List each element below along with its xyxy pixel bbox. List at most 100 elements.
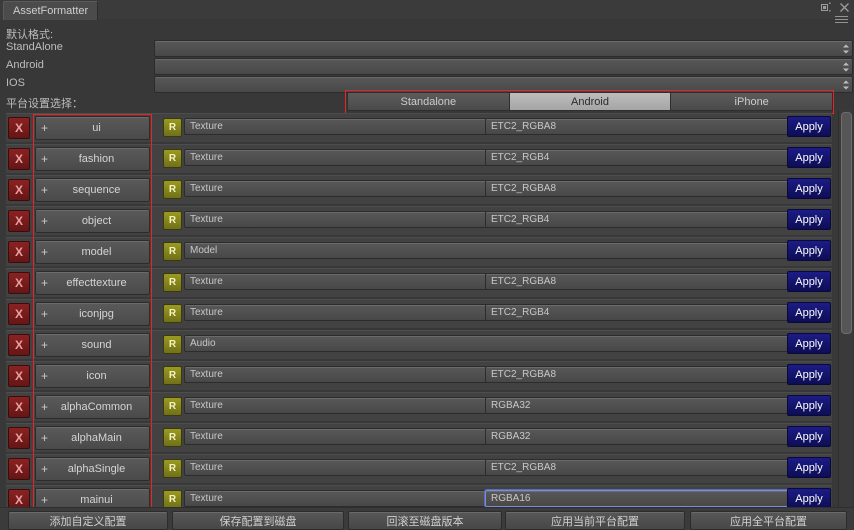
default-android-dropdown[interactable]: [154, 58, 853, 75]
asset-type-dropdown[interactable]: Audio: [184, 335, 799, 352]
delete-row-button[interactable]: X: [8, 396, 30, 418]
delete-row-button[interactable]: X: [8, 303, 30, 325]
add-icon[interactable]: +: [41, 401, 48, 413]
revert-row-button[interactable]: R: [163, 459, 182, 478]
toolbar-button-3[interactable]: 回滚至磁盘版本: [348, 511, 502, 530]
add-icon[interactable]: +: [41, 339, 48, 351]
vertical-scrollbar[interactable]: [838, 110, 852, 514]
revert-row-button[interactable]: R: [163, 304, 182, 323]
platform-button-iphone[interactable]: iPhone: [670, 92, 834, 111]
revert-row-button[interactable]: R: [163, 242, 182, 261]
asset-format-dropdown[interactable]: ETC2_RGBA8: [485, 366, 800, 383]
add-icon[interactable]: +: [41, 494, 48, 506]
toolbar-button-2[interactable]: 保存配置到磁盘: [172, 511, 344, 530]
toolbar-button-4[interactable]: 应用当前平台配置: [505, 511, 685, 530]
asset-type-dropdown[interactable]: Texture: [184, 428, 500, 445]
asset-name-field[interactable]: + sound: [35, 333, 150, 357]
asset-format-dropdown[interactable]: RGBA32: [485, 397, 800, 414]
asset-format-dropdown[interactable]: ETC2_RGB4: [485, 149, 800, 166]
asset-name-field[interactable]: + iconjpg: [35, 302, 150, 326]
delete-row-button[interactable]: X: [8, 210, 30, 232]
add-icon[interactable]: +: [41, 432, 48, 444]
asset-name-field[interactable]: + alphaCommon: [35, 395, 150, 419]
asset-name-field[interactable]: + alphaMain: [35, 426, 150, 450]
delete-row-button[interactable]: X: [8, 241, 30, 263]
apply-row-button[interactable]: Apply: [787, 457, 831, 478]
asset-type-dropdown[interactable]: Texture: [184, 366, 500, 383]
add-icon[interactable]: +: [41, 246, 48, 258]
apply-row-button[interactable]: Apply: [787, 364, 831, 385]
apply-row-button[interactable]: Apply: [787, 333, 831, 354]
asset-format-dropdown[interactable]: ETC2_RGBA8: [485, 459, 800, 476]
add-icon[interactable]: +: [41, 308, 48, 320]
asset-format-dropdown[interactable]: RGBA16: [485, 490, 800, 507]
tab-assetformatter[interactable]: AssetFormatter: [3, 1, 99, 20]
revert-row-button[interactable]: R: [163, 428, 182, 447]
delete-row-button[interactable]: X: [8, 427, 30, 449]
asset-name-field[interactable]: + effecttexture: [35, 271, 150, 295]
default-standalone-dropdown[interactable]: [154, 40, 853, 57]
asset-name-field[interactable]: + fashion: [35, 147, 150, 171]
toolbar-button-1[interactable]: 添加自定义配置: [8, 511, 168, 530]
revert-row-button[interactable]: R: [163, 335, 182, 354]
apply-row-button[interactable]: Apply: [787, 240, 831, 261]
asset-format-dropdown[interactable]: ETC2_RGB4: [485, 211, 800, 228]
apply-row-button[interactable]: Apply: [787, 488, 831, 509]
apply-row-button[interactable]: Apply: [787, 302, 831, 323]
asset-type-dropdown[interactable]: Model: [184, 242, 799, 259]
add-icon[interactable]: +: [41, 122, 48, 134]
platform-button-android[interactable]: Android: [508, 92, 671, 111]
revert-row-button[interactable]: R: [163, 273, 182, 292]
revert-row-button[interactable]: R: [163, 366, 182, 385]
apply-row-button[interactable]: Apply: [787, 147, 831, 168]
apply-row-button[interactable]: Apply: [787, 116, 831, 137]
asset-name-field[interactable]: + sequence: [35, 178, 150, 202]
asset-type-dropdown[interactable]: Texture: [184, 304, 500, 321]
asset-format-dropdown[interactable]: ETC2_RGB4: [485, 304, 800, 321]
add-icon[interactable]: +: [41, 184, 48, 196]
asset-type-dropdown[interactable]: Texture: [184, 211, 500, 228]
asset-name-field[interactable]: + model: [35, 240, 150, 264]
apply-row-button[interactable]: Apply: [787, 395, 831, 416]
asset-type-dropdown[interactable]: Texture: [184, 118, 500, 135]
add-icon[interactable]: +: [41, 153, 48, 165]
revert-row-button[interactable]: R: [163, 118, 182, 137]
asset-format-dropdown[interactable]: RGBA32: [485, 428, 800, 445]
apply-row-button[interactable]: Apply: [787, 178, 831, 199]
delete-row-button[interactable]: X: [8, 334, 30, 356]
add-icon[interactable]: +: [41, 370, 48, 382]
delete-row-button[interactable]: X: [8, 117, 30, 139]
asset-type-dropdown[interactable]: Texture: [184, 149, 500, 166]
delete-row-button[interactable]: X: [8, 179, 30, 201]
asset-name-field[interactable]: + alphaSingle: [35, 457, 150, 481]
toolbar-button-5[interactable]: 应用全平台配置: [690, 511, 847, 530]
delete-row-button[interactable]: X: [8, 365, 30, 387]
revert-row-button[interactable]: R: [163, 397, 182, 416]
apply-row-button[interactable]: Apply: [787, 271, 831, 292]
delete-row-button[interactable]: X: [8, 458, 30, 480]
platform-button-standalone[interactable]: Standalone: [347, 92, 509, 111]
add-icon[interactable]: +: [41, 277, 48, 289]
add-icon[interactable]: +: [41, 463, 48, 475]
asset-type-dropdown[interactable]: Texture: [184, 273, 500, 290]
apply-row-button[interactable]: Apply: [787, 426, 831, 447]
maximize-icon[interactable]: [820, 2, 831, 13]
asset-name-field[interactable]: + object: [35, 209, 150, 233]
asset-type-dropdown[interactable]: Texture: [184, 490, 500, 507]
asset-type-dropdown[interactable]: Texture: [184, 459, 500, 476]
delete-row-button[interactable]: X: [8, 148, 30, 170]
asset-name-field[interactable]: + ui: [35, 116, 150, 140]
asset-format-dropdown[interactable]: ETC2_RGBA8: [485, 273, 800, 290]
apply-row-button[interactable]: Apply: [787, 209, 831, 230]
revert-row-button[interactable]: R: [163, 149, 182, 168]
revert-row-button[interactable]: R: [163, 180, 182, 199]
asset-format-dropdown[interactable]: ETC2_RGBA8: [485, 118, 800, 135]
default-ios-dropdown[interactable]: [154, 76, 853, 93]
delete-row-button[interactable]: X: [8, 272, 30, 294]
add-icon[interactable]: +: [41, 215, 48, 227]
close-icon[interactable]: [839, 2, 850, 13]
hamburger-menu-icon[interactable]: [835, 16, 848, 25]
asset-type-dropdown[interactable]: Texture: [184, 180, 500, 197]
revert-row-button[interactable]: R: [163, 211, 182, 230]
asset-format-dropdown[interactable]: ETC2_RGBA8: [485, 180, 800, 197]
